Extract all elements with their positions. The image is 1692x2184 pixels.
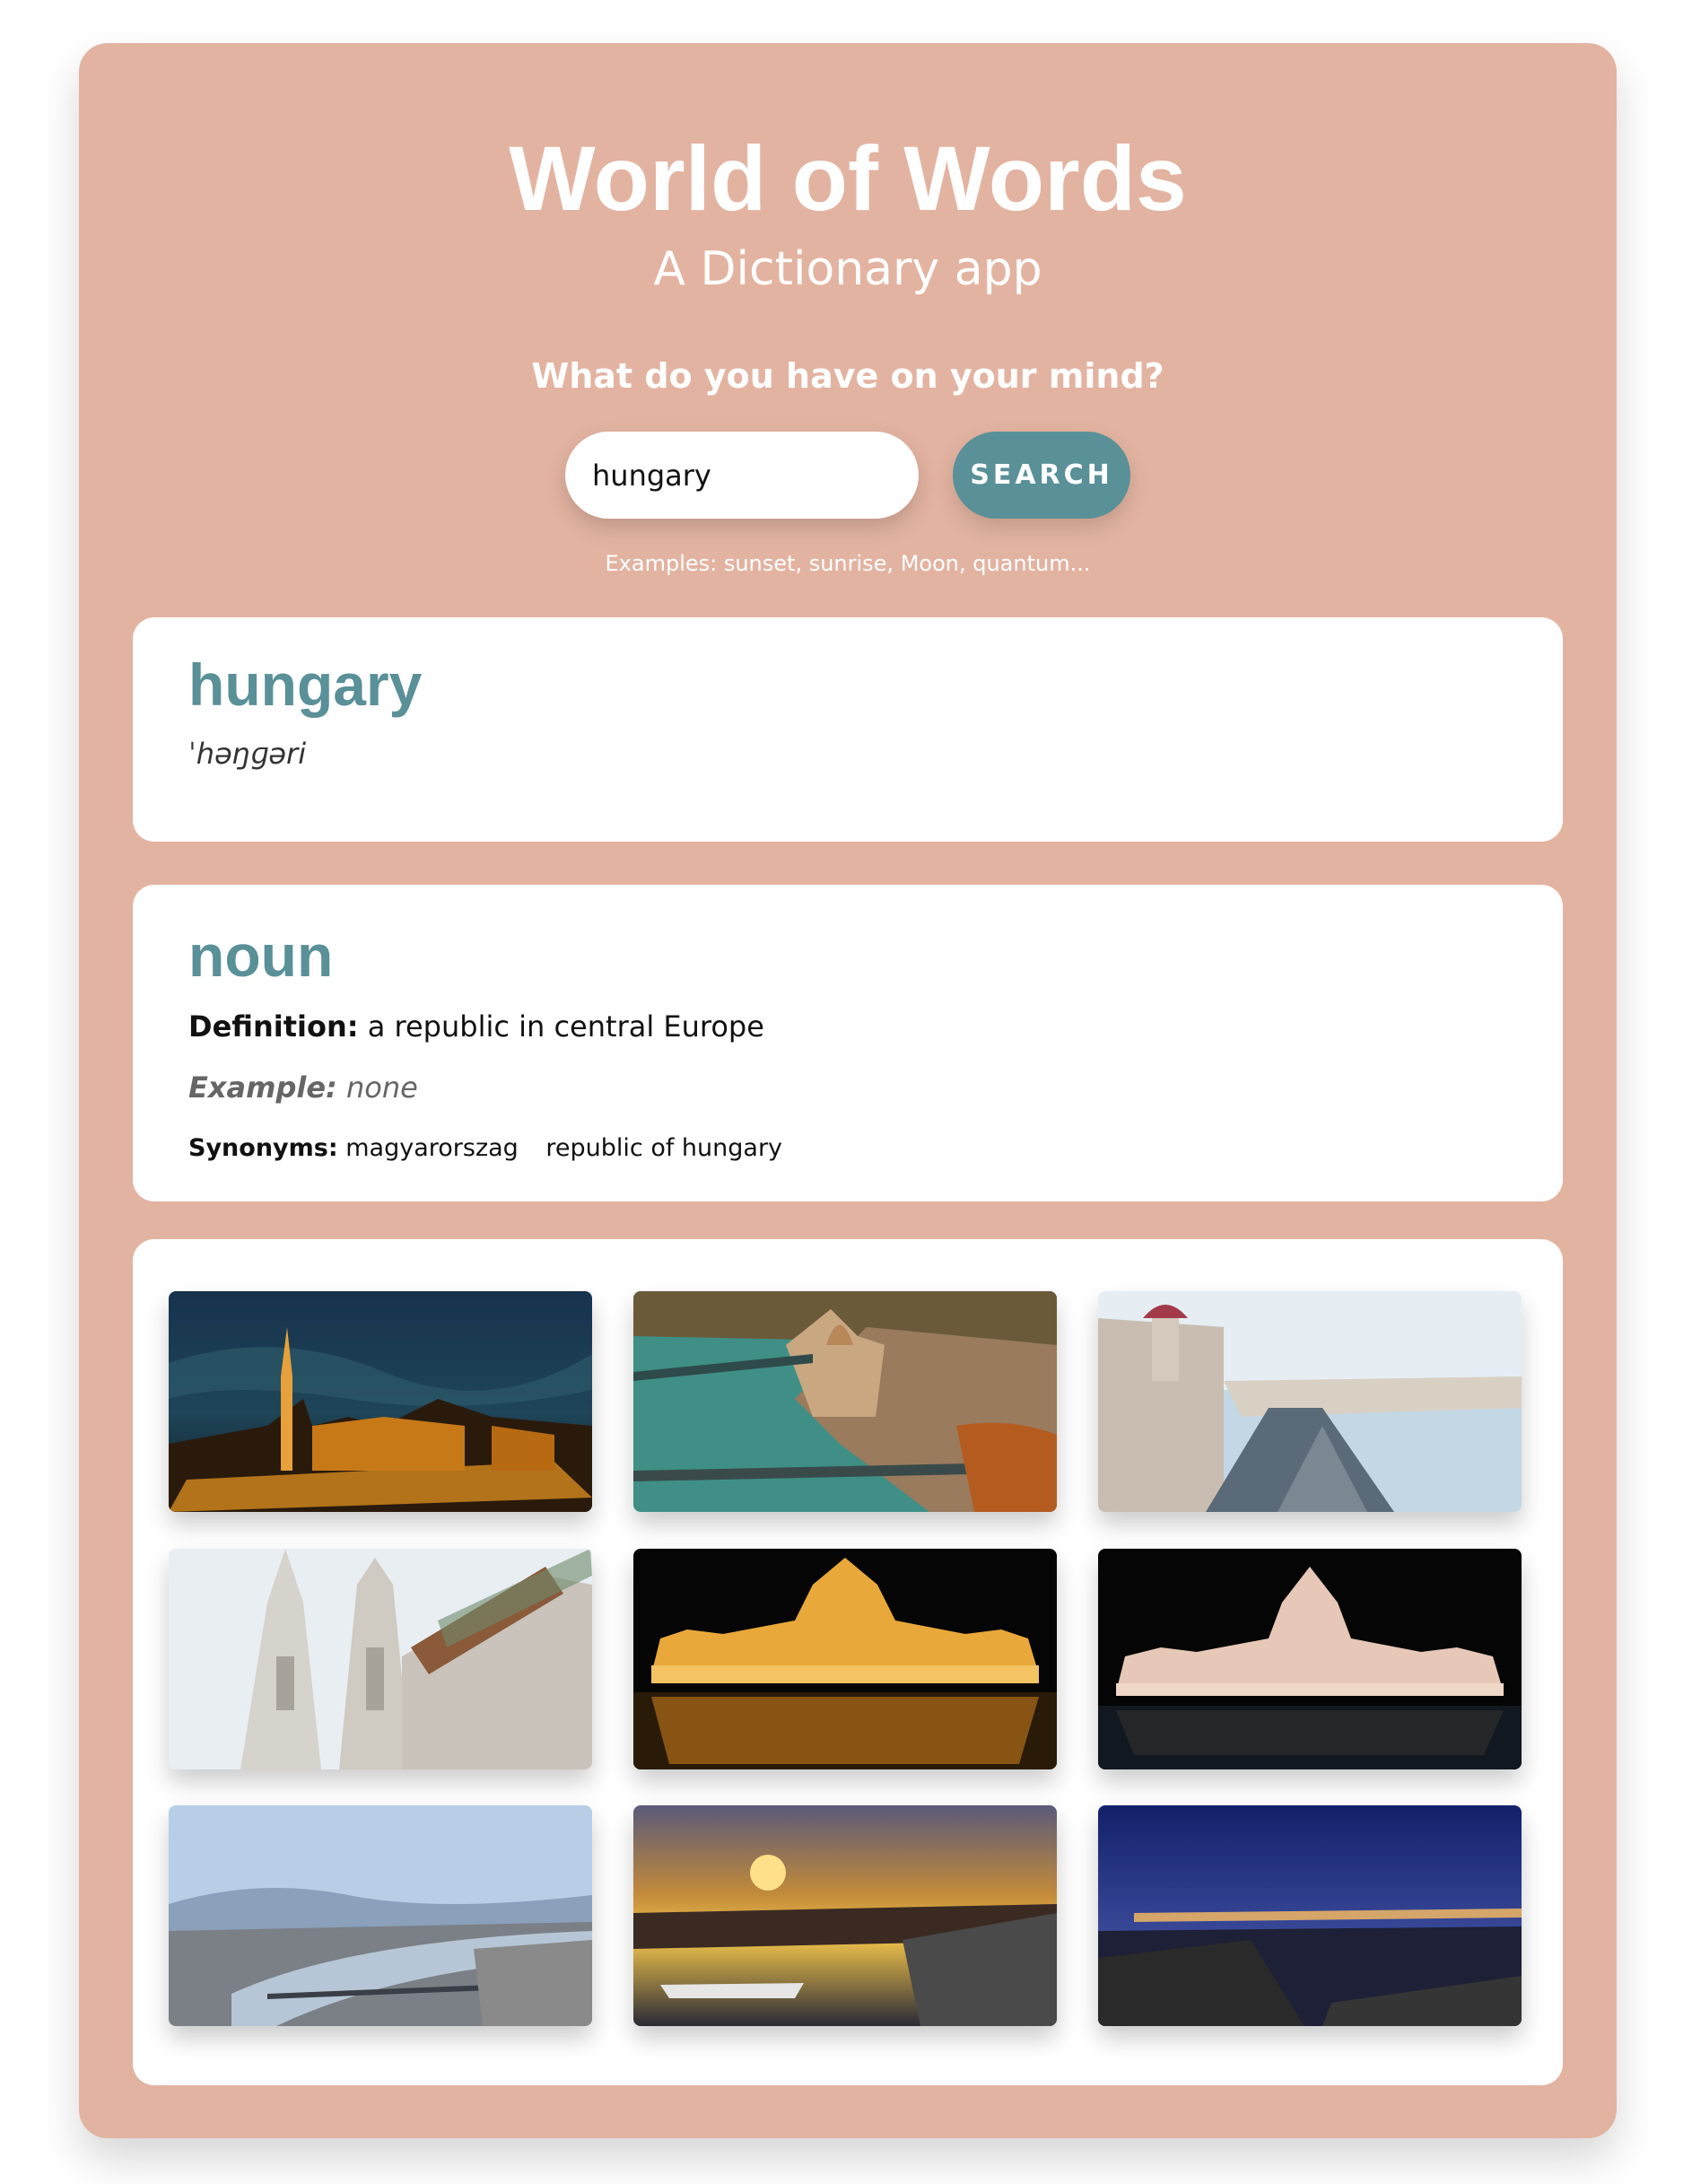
photo-budapest-panorama-bridges[interactable] bbox=[169, 1805, 592, 2026]
photo-bridge-twilight-shore[interactable] bbox=[1098, 1805, 1522, 2026]
definition-value: a republic in central Europe bbox=[367, 1009, 764, 1044]
example-label: Example: bbox=[188, 1070, 337, 1105]
photo-parliament-night-reflection[interactable] bbox=[633, 1549, 1057, 1769]
meaning-card: noun Definition: a republic in central E… bbox=[133, 885, 1563, 1201]
photo-gallery-card bbox=[133, 1239, 1563, 2085]
phonetic-text: ˈhəŋɡəri bbox=[188, 737, 307, 771]
photo-parliament-riverside-road[interactable] bbox=[1098, 1291, 1522, 1512]
definition-label: Definition: bbox=[188, 1009, 359, 1044]
photo-danube-sunset-boat[interactable] bbox=[633, 1805, 1057, 2026]
photo-matthias-church-night[interactable] bbox=[169, 1291, 592, 1512]
synonyms-text: Synonyms: magyarorszag republic of hunga… bbox=[188, 1136, 802, 1160]
example-text: Example: none bbox=[188, 1073, 418, 1102]
word-card: hungary ˈhəŋɡəri bbox=[133, 617, 1563, 842]
app-subtitle: A Dictionary app bbox=[653, 242, 1042, 296]
part-of-speech-heading: noun bbox=[188, 922, 334, 989]
synonyms-label: Synonyms: bbox=[188, 1134, 338, 1162]
photo-matthias-church-facade[interactable] bbox=[169, 1549, 592, 1769]
app-container: World of Words A Dictionary app What do … bbox=[79, 43, 1617, 2138]
synonym-item: magyarorszag bbox=[345, 1134, 519, 1162]
search-examples: Examples: sunset, sunrise, Moon, quantum… bbox=[605, 551, 1091, 576]
definition-text: Definition: a republic in central Europe bbox=[188, 1012, 764, 1041]
photo-parliament-night-dark[interactable] bbox=[1098, 1549, 1522, 1769]
photo-danube-aerial-autumn[interactable] bbox=[633, 1291, 1057, 1512]
app-title: World of Words bbox=[509, 127, 1187, 230]
word-heading: hungary bbox=[188, 651, 423, 718]
synonym-item: republic of hungary bbox=[545, 1134, 783, 1162]
search-prompt: What do you have on your mind? bbox=[531, 356, 1164, 396]
example-value: none bbox=[345, 1070, 418, 1105]
search-input[interactable] bbox=[565, 432, 919, 519]
search-button[interactable]: SEARCH bbox=[953, 432, 1130, 519]
